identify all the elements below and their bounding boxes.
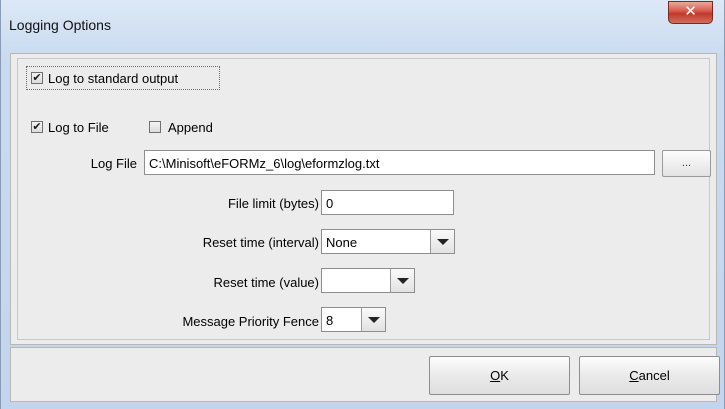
log-file-value: C:\Minisoft\eFORMz_6\log\eformzlog.txt [149,156,380,171]
file-limit-value: 0 [326,196,334,211]
log-file-input[interactable]: C:\Minisoft\eFORMz_6\log\eformzlog.txt [144,150,655,175]
chevron-down-icon[interactable] [390,269,414,292]
ok-mnemonic: O [490,368,501,383]
reset-interval-select[interactable]: None [321,229,455,254]
cancel-label-rest: ancel [638,368,670,383]
title-bar[interactable]: Logging Options ✕ [1,0,724,48]
log-stdout-label: Log to standard output [48,71,179,86]
priority-fence-label: Message Priority Fence [182,314,319,329]
reset-value-select[interactable] [321,268,415,293]
file-limit-input[interactable]: 0 [321,190,454,215]
close-icon: ✕ [684,3,697,20]
ok-button[interactable]: OK [429,356,570,395]
checkmark-icon: ✔ [32,72,42,84]
window-title: Logging Options [9,17,111,33]
log-to-file-label: Log to File [48,120,109,135]
priority-fence-select[interactable]: 8 [321,307,386,332]
append-label: Append [168,120,213,135]
log-stdout-checkbox[interactable]: ✔ [31,72,43,84]
chevron-down-icon[interactable] [361,308,385,331]
log-file-label: Log File [90,156,137,171]
append-checkbox[interactable] [149,121,161,133]
file-limit-label: File limit (bytes) [227,196,319,211]
close-button[interactable]: ✕ [668,1,713,24]
logging-options-dialog: Logging Options ✕ ✔ Log to standard outp… [0,0,725,409]
cancel-button[interactable]: Cancel [579,356,720,395]
cancel-mnemonic: C [629,368,639,383]
browse-button[interactable]: ... [662,150,711,177]
priority-fence-value: 8 [326,313,334,328]
reset-interval-value: None [326,235,358,250]
chevron-down-icon[interactable] [430,230,454,253]
log-to-file-checkbox[interactable]: ✔ [31,121,43,133]
reset-interval-label: Reset time (interval) [202,235,319,250]
ok-label-rest: K [500,368,509,383]
checkmark-icon: ✔ [32,121,42,133]
reset-value-label: Reset time (value) [213,275,319,290]
